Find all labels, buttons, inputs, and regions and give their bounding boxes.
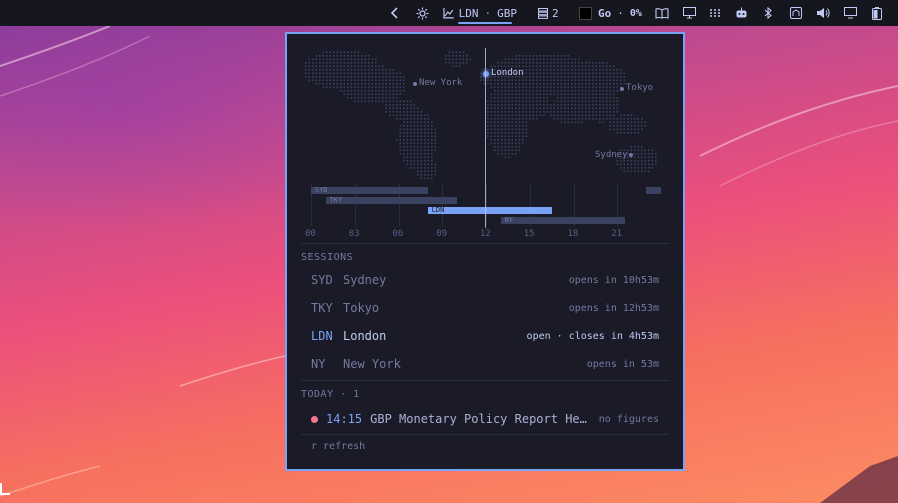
- city-label-tokyo: Tokyo: [626, 83, 654, 93]
- session-row-syd[interactable]: SYD Sydney opens in 10h53m: [311, 270, 659, 290]
- event-row[interactable]: 14:15 GBP Monetary Policy Report He… no …: [311, 410, 659, 428]
- city-label-sydney: Sydney: [595, 150, 628, 160]
- current-time-line: [484, 48, 486, 228]
- timeline-gridline: [442, 184, 444, 226]
- robot-icon[interactable]: [733, 0, 749, 26]
- session-code: TKY: [311, 301, 333, 315]
- session-status: opens in 12h53m: [568, 302, 659, 314]
- divider: [301, 243, 669, 244]
- city-marker-tokyo: [620, 87, 624, 91]
- go-label: Go: [598, 6, 612, 20]
- brightness-icon[interactable]: [414, 0, 430, 26]
- timeline-tick-label: 21: [611, 229, 623, 239]
- session-bar-ldn: LDN: [427, 207, 552, 214]
- session-name: New York: [343, 357, 401, 371]
- city-label-london: London: [491, 68, 524, 78]
- active-widget-underline: [458, 22, 512, 24]
- bluetooth-icon[interactable]: [761, 0, 775, 26]
- timeline-tick-label: 18: [567, 229, 579, 239]
- session-code: LDN: [311, 329, 333, 343]
- mouse-cursor: [0, 483, 10, 495]
- session-bar-ny: NY: [500, 217, 625, 224]
- session-code: SYD: [311, 273, 333, 287]
- session-code: NY: [311, 357, 326, 371]
- session-row-tky[interactable]: TKY Tokyo opens in 12h53m: [311, 298, 659, 318]
- top-bar: LDN · GBP 2 Go · 0%: [0, 0, 898, 26]
- divider: [301, 434, 669, 435]
- city-marker-sydney: [629, 153, 633, 157]
- session-bar-syd: [646, 187, 661, 194]
- workspace-widget[interactable]: 2: [538, 0, 564, 26]
- session-status: opens in 53m: [586, 358, 659, 370]
- book-icon[interactable]: [654, 0, 670, 26]
- timeline-tick-label: 09: [436, 229, 448, 239]
- city-label-new-york: New York: [419, 78, 463, 88]
- event-time: 14:15: [326, 412, 363, 426]
- currency-label: GBP: [497, 6, 517, 20]
- market-sessions-popup: New York London Tokyo Sydney 00 03 06 09 12 1…: [285, 32, 685, 471]
- city-marker-new-york: [413, 82, 417, 86]
- timeline-tick-label: 03: [348, 229, 360, 239]
- world-dot-map: [305, 51, 657, 180]
- market-label: LDN: [458, 6, 479, 20]
- event-title: GBP Monetary Policy Report He…: [370, 412, 587, 426]
- go-logo-icon: [579, 6, 592, 20]
- timeline-tick-label: 06: [392, 229, 404, 239]
- event-impact-dot: [311, 415, 318, 423]
- timeline-gridline: [486, 184, 487, 226]
- session-status: open · closes in 4h53m: [526, 330, 659, 342]
- session-bar-syd: SYD: [311, 187, 428, 194]
- session-row-ny[interactable]: NY New York opens in 53m: [311, 354, 659, 374]
- session-row-ldn[interactable]: LDN London open · closes in 4h53m: [311, 326, 659, 346]
- battery-icon[interactable]: [869, 0, 885, 26]
- network-icon[interactable]: [788, 0, 804, 26]
- workspace-count: 2: [552, 6, 559, 20]
- timeline-tick-label: 12: [480, 229, 491, 239]
- timeline-tick-label: 00: [305, 229, 316, 239]
- divider: [301, 380, 669, 381]
- sessions-title: SESSIONS: [301, 252, 354, 263]
- go-value: 0%: [629, 7, 642, 19]
- timeline-tick-label: 15: [523, 229, 535, 239]
- monitor-icon[interactable]: [842, 0, 858, 26]
- volume-icon[interactable]: [814, 0, 832, 26]
- display-icon[interactable]: [681, 0, 697, 26]
- session-status: opens in 10h53m: [568, 274, 659, 286]
- event-status: no figures: [598, 413, 659, 425]
- stack-icon: [538, 7, 548, 19]
- separator-dot: ·: [617, 6, 624, 20]
- go-widget[interactable]: Go · 0%: [579, 0, 645, 26]
- session-name: London: [343, 329, 387, 343]
- today-title: TODAY · 1: [301, 389, 360, 400]
- chart-line-icon: [443, 7, 454, 18]
- session-bar-tky: TKY: [325, 197, 457, 204]
- session-name: Sydney: [343, 273, 387, 287]
- refresh-hint[interactable]: r refresh: [311, 441, 365, 452]
- session-name: Tokyo: [343, 301, 380, 315]
- chevron-left-icon[interactable]: [388, 0, 402, 26]
- separator-dot: ·: [484, 6, 492, 20]
- grid-dots-icon[interactable]: [707, 0, 723, 26]
